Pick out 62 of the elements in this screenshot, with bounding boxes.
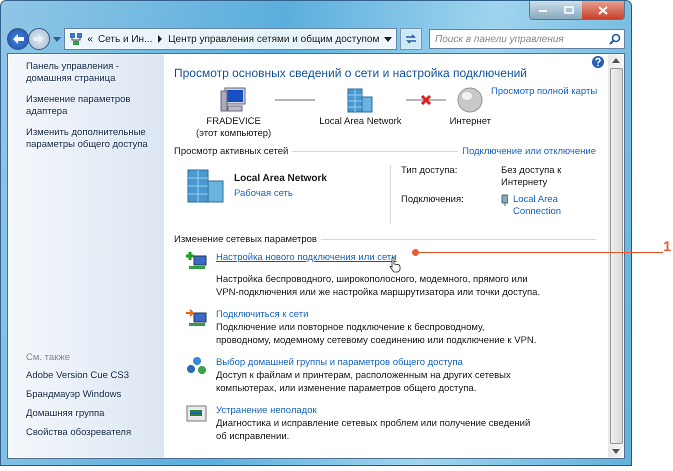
close-icon	[598, 6, 608, 14]
cross-icon	[420, 94, 432, 106]
task-description: Настройка беспроводного, широкополосного, модемного, прямого или VPN-подключения или же настройка маршрутизатора или точки доступа.	[216, 273, 541, 299]
detail-value: Без доступа к Интернету	[501, 165, 562, 189]
callout-number: 1	[663, 238, 671, 254]
network-plus-icon	[186, 251, 208, 271]
see-also-heading: См. также	[26, 352, 71, 363]
connect-disconnect-link[interactable]: Подключение или отключение	[462, 146, 596, 157]
section-heading: Просмотр активных сетей	[174, 146, 288, 157]
task-description: Подключение или повторное подключение к беспроводному, проводному, модемному сетевому соединению или подключение к VPN.	[216, 321, 538, 347]
see-also-link[interactable]: Домашняя группа	[26, 408, 164, 420]
connection-link[interactable]: Local Area Connection	[512, 194, 596, 218]
forward-button[interactable]	[28, 28, 50, 50]
back-button[interactable]	[7, 28, 29, 50]
connection-icon	[501, 194, 508, 206]
scroll-down-icon[interactable]	[612, 449, 620, 454]
sidebar-link[interactable]: Изменение параметров адаптера	[26, 94, 164, 118]
task-link[interactable]: Выбор домашней группы и параметров общего доступа	[216, 356, 463, 369]
scroll-thumb[interactable]	[610, 68, 622, 444]
refresh-button[interactable]	[400, 28, 422, 50]
scrollbar[interactable]	[608, 54, 624, 458]
task-description: Доступ к файлам и принтерам, расположенным на других сетевых компьютерах, или изменение параметров общего доступа.	[216, 369, 512, 395]
breadcrumb-item[interactable]: Центр управления сетями и общим доступом	[168, 34, 380, 44]
maximize-icon	[564, 6, 574, 14]
refresh-arrows-icon	[404, 33, 418, 45]
map-node-label: FRADEVICE (этот компьютер)	[196, 116, 272, 140]
sidebar-link[interactable]: Панель управления - домашняя страница	[26, 61, 164, 85]
building-icon	[186, 167, 226, 203]
breadcrumb-item[interactable]: Сеть и Ин...	[98, 34, 152, 44]
help-icon[interactable]	[592, 56, 604, 68]
building-icon[interactable]	[345, 86, 376, 114]
network-name: Local Area Network	[234, 173, 327, 184]
chevron-icon[interactable]: «	[87, 34, 93, 44]
back-arrow-icon	[11, 33, 25, 45]
close-button[interactable]	[582, 1, 624, 19]
detail-label: Тип доступа:	[401, 165, 458, 178]
separator-arrow-icon	[157, 35, 164, 43]
sidebar-link[interactable]: Изменить дополнительные параметры общего доступа	[26, 127, 164, 151]
network-type-link[interactable]: Рабочая сеть	[234, 188, 293, 199]
see-also-link[interactable]: Adobe Version Cue CS3	[26, 370, 164, 382]
see-also-link[interactable]: Свойства обозревателя	[26, 427, 164, 439]
search-field[interactable]: Поиск в панели управления	[429, 29, 625, 49]
page-title: Просмотр основных сведений о сети и настройка подключений	[174, 66, 528, 80]
detail-label: Подключения:	[401, 194, 465, 207]
task-link[interactable]: Устранение неполадок	[216, 404, 317, 417]
network-icon	[69, 32, 82, 46]
map-node-label: Интернет	[450, 116, 492, 128]
minimize-icon	[538, 7, 548, 13]
scroll-up-icon[interactable]	[612, 58, 620, 63]
task-link[interactable]: Подключиться к сети	[216, 308, 308, 321]
forward-arrow-icon	[32, 33, 46, 45]
dropdown-caret-icon[interactable]	[384, 36, 392, 42]
task-description: Диагностика и исправление сетевых проблем или получение сведений об исправлении.	[216, 417, 532, 443]
map-node-label: Local Area Network	[319, 116, 402, 128]
spheres-icon	[186, 356, 208, 376]
section-heading: Изменение сетевых параметров	[174, 234, 317, 245]
address-bar[interactable]: « Сеть и Ин... Центр управления сетями и общим доступом	[64, 28, 397, 50]
see-also-link[interactable]: Брандмауэр Windows	[26, 389, 164, 401]
network-arrow-icon	[186, 308, 208, 328]
monitor-icon	[186, 404, 208, 424]
full-map-link[interactable]: Просмотр полной карты	[491, 86, 598, 97]
globe-icon[interactable]	[455, 86, 486, 114]
